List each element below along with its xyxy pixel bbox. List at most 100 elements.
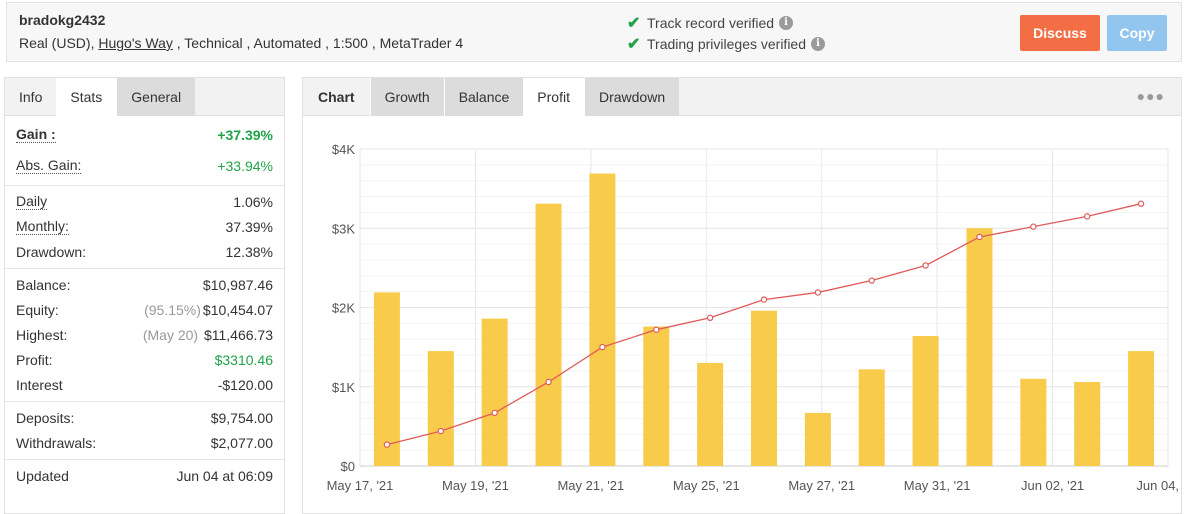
updated-group: Updated Jun 04 at 06:09 [5, 460, 284, 492]
highest-row: Highest: (May 20) $11,466.73 [5, 322, 284, 347]
more-options-icon[interactable]: ●●● [1137, 88, 1165, 104]
checkmark-icon: ✔ [627, 15, 641, 32]
info-icon[interactable]: i [811, 37, 825, 51]
cumulative-point [922, 262, 929, 269]
gain-label[interactable]: Gain : [16, 126, 56, 143]
daily-label[interactable]: Daily [16, 193, 48, 210]
y-tick-label: $2K [332, 301, 355, 316]
updated-row: Updated Jun 04 at 06:09 [5, 463, 284, 488]
track-record-label: Track record verified [647, 15, 775, 31]
equity-percent: (95.15%) [144, 301, 201, 318]
highest-date: (May 20) [142, 326, 199, 343]
deposits-row: Deposits: $9,754.00 [5, 405, 284, 430]
cumulative-point [868, 277, 875, 284]
profit-bar [373, 292, 400, 466]
profit-value: $3310.46 [214, 351, 273, 368]
info-icon[interactable]: i [779, 16, 794, 30]
updated-label: Updated [16, 467, 69, 484]
cumulative-point [1137, 200, 1145, 207]
monthly-value: 37.39% [225, 218, 273, 235]
profit-bar [912, 336, 939, 466]
account-name: bradokg2432 [19, 12, 106, 28]
balance-value: $10,987.46 [202, 276, 273, 293]
tab-info[interactable]: Info [5, 78, 56, 116]
interest-value: -$120.00 [217, 376, 273, 393]
profit-bar [643, 326, 670, 466]
deposits-group: Deposits: $9,754.00 Withdrawals: $2,077.… [5, 402, 284, 460]
account-specs: , Technical , Automated , 1:500 , MetaTr… [172, 35, 464, 51]
profit-bar [1020, 378, 1047, 466]
updated-value: Jun 04 at 06:09 [176, 467, 273, 484]
trading-privileges-label: Trading privileges verified [647, 36, 806, 52]
profit-bar [858, 369, 885, 466]
withdrawals-label: Withdrawals: [16, 434, 97, 451]
x-tick-label: May 17, '21 [327, 478, 394, 493]
interest-label: Interest [16, 376, 63, 393]
cumulative-point [653, 326, 660, 333]
drawdown-value: 12.38% [225, 243, 273, 260]
balance-group: Balance: $10,987.46 Equity: (95.15%) $10,… [5, 269, 284, 402]
abs-gain-label[interactable]: Abs. Gain: [16, 157, 82, 174]
cumulative-point [976, 233, 983, 241]
abs-gain-row: Abs. Gain: +33.94% [5, 150, 284, 181]
y-tick-label: $4K [332, 142, 355, 157]
gain-value: +37.39% [217, 126, 273, 143]
profit-bar [751, 310, 777, 466]
x-tick-label: Jun 04, '21 [1136, 478, 1181, 493]
x-tick-label: May 25, '21 [673, 478, 740, 493]
account-header: bradokg2432 Real (USD), Hugo's Way , Tec… [6, 2, 1182, 62]
chart-tabs: Chart Growth Balance Profit Drawdown [303, 78, 1181, 116]
profit-bar [1128, 351, 1155, 466]
chart-panel: Chart Growth Balance Profit Drawdown ●●●… [302, 77, 1182, 514]
x-tick-label: May 27, '21 [788, 478, 855, 493]
tab-balance[interactable]: Balance [443, 78, 524, 116]
profit-chart: $0 $1K $2K $3K $4K May 17, '21 May 19, '21 May … [327, 142, 1181, 493]
daily-row: Daily 1.06% [5, 189, 284, 214]
stats-tabs: Info Stats General [5, 78, 284, 116]
broker-link[interactable]: Hugo's Way [98, 35, 173, 51]
profit-bar [481, 318, 508, 466]
y-tick-label: $1K [332, 380, 355, 395]
drawdown-row: Drawdown: 12.38% [5, 239, 284, 264]
abs-gain-value: +33.94% [217, 157, 273, 174]
gain-row: Gain : +37.39% [5, 119, 284, 150]
tab-growth[interactable]: Growth [369, 78, 444, 116]
deposits-label: Deposits: [16, 409, 75, 426]
rate-group: Daily 1.06% Monthly: 37.39% Drawdown: 12… [5, 186, 284, 269]
profit-bar [804, 412, 831, 466]
stats-panel: Info Stats General Gain : +37.39% Abs. G… [4, 77, 285, 514]
highest-value-wrap: (May 20) $11,466.73 [143, 327, 273, 343]
profit-bar [589, 173, 616, 466]
interest-row: Interest -$120.00 [5, 372, 284, 397]
profit-bar [966, 228, 993, 466]
profit-bar [535, 203, 562, 466]
tab-general[interactable]: General [116, 78, 196, 116]
monthly-row: Monthly: 37.39% [5, 214, 284, 239]
tab-profit[interactable]: Profit [523, 78, 584, 116]
deposits-value: $9,754.00 [210, 409, 273, 426]
highest-value: $11,466.73 [203, 326, 273, 343]
tab-chart[interactable]: Chart [303, 78, 370, 116]
monthly-label[interactable]: Monthly: [16, 218, 69, 235]
account-details: Real (USD), Hugo's Way , Technical , Aut… [19, 35, 463, 51]
track-record-verified: ✔ Track record verified i [627, 13, 794, 33]
account-type: Real (USD), [19, 35, 99, 51]
cumulative-point [383, 441, 391, 448]
gain-group: Gain : +37.39% Abs. Gain: +33.94% [5, 116, 284, 186]
tab-drawdown[interactable]: Drawdown [583, 78, 680, 116]
trading-privileges-verified: ✔ Trading privileges verified i [627, 34, 825, 54]
discuss-button[interactable]: Discuss [1020, 15, 1100, 51]
profit-bar [427, 351, 454, 466]
copy-button[interactable]: Copy [1107, 15, 1167, 51]
profit-bar [697, 362, 724, 466]
cumulative-point [814, 289, 822, 296]
equity-value: $10,454.07 [202, 301, 273, 318]
withdrawals-value: $2,077.00 [210, 434, 273, 451]
equity-label: Equity: [16, 301, 59, 318]
cumulative-point [760, 296, 768, 303]
equity-value-wrap: (95.15%) $10,454.07 [144, 302, 273, 318]
tab-stats[interactable]: Stats [56, 78, 117, 116]
profit-bar [1074, 381, 1101, 466]
daily-value: 1.06% [233, 193, 273, 210]
highest-label: Highest: [16, 326, 68, 343]
